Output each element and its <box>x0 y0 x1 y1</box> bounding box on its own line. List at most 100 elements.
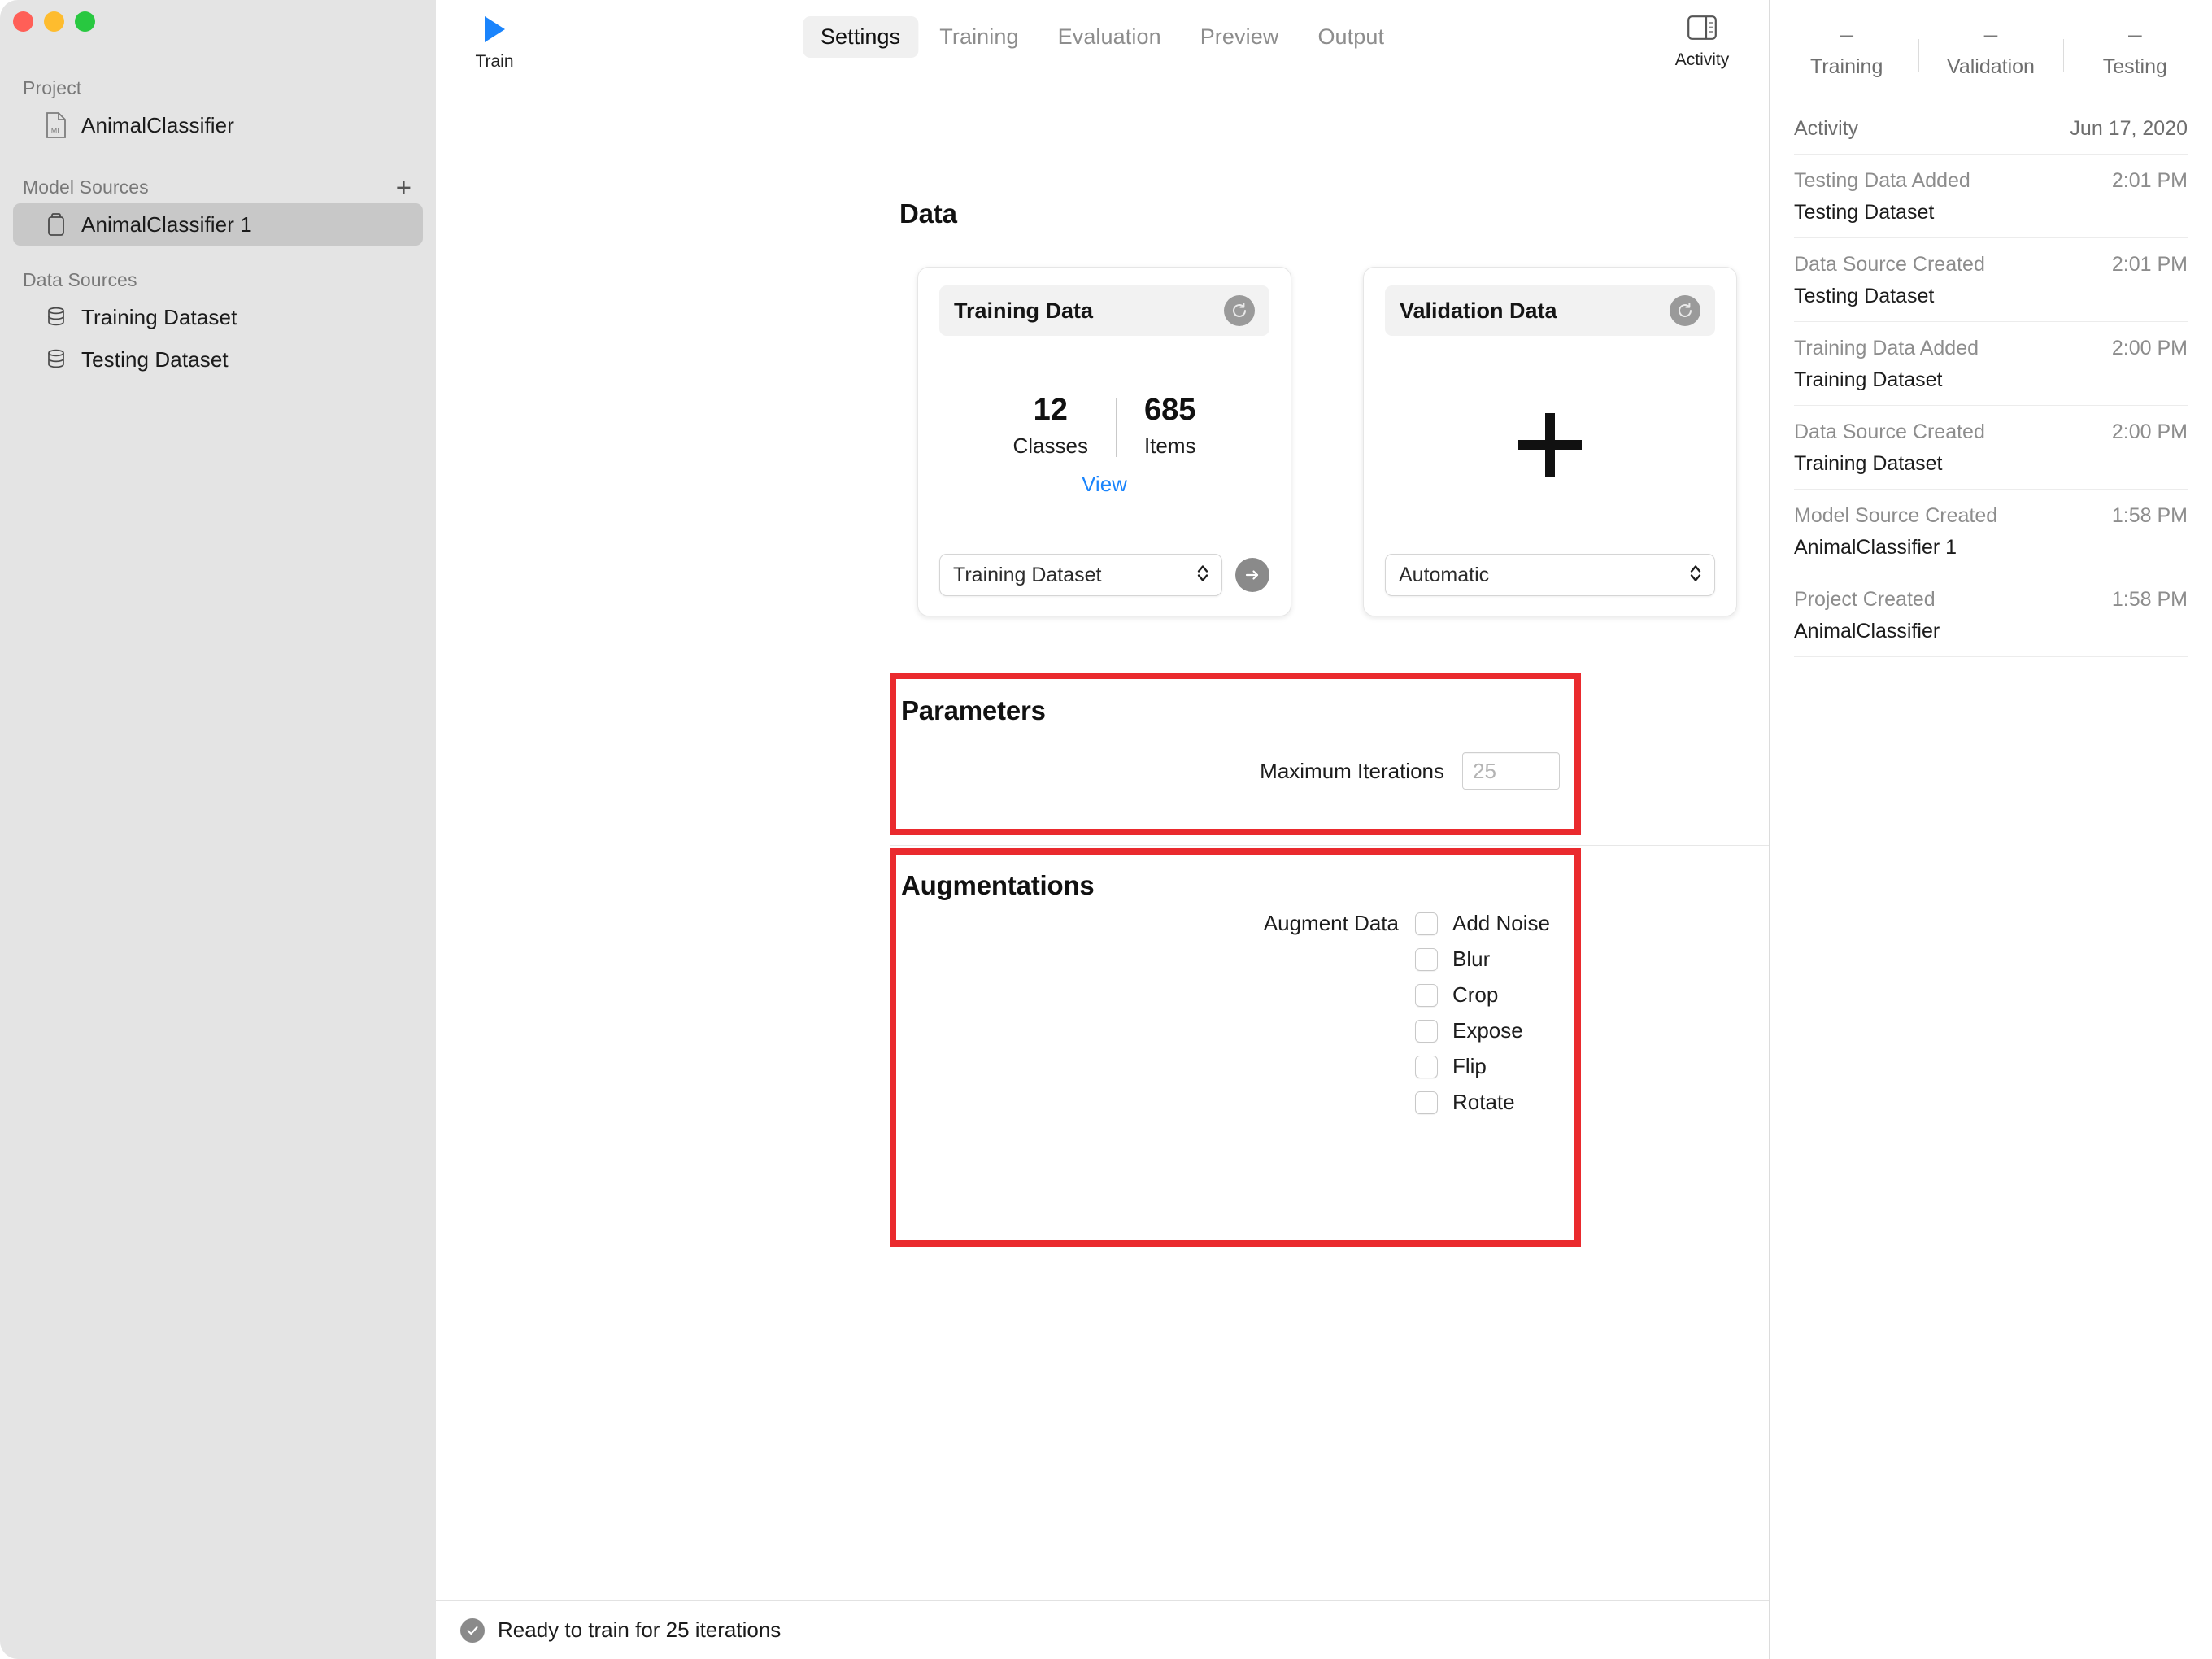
checkbox-rotate[interactable] <box>1415 1091 1438 1114</box>
activity-toggle-button[interactable]: Activity <box>1663 10 1741 70</box>
minimize-button[interactable] <box>44 11 64 32</box>
data-section-heading: Data <box>899 198 957 229</box>
activity-item[interactable]: Project Created 1:58 PM AnimalClassifier <box>1794 573 2188 657</box>
sidebar-item-animalclassifier[interactable]: ML AnimalClassifier <box>13 104 423 146</box>
train-button-label: Train <box>475 52 514 71</box>
validation-data-card-title: Validation Data <box>1400 298 1557 323</box>
training-data-card: Training Data 12 Classes 685 Items View … <box>917 267 1291 616</box>
activity-time: 1:58 PM <box>2111 588 2188 611</box>
augmentation-label-blur: Blur <box>1452 947 1491 971</box>
augmentation-row-crop: Crop <box>1415 982 1560 1008</box>
augmentation-row-add-noise: Augment Data Add Noise <box>1264 911 1560 936</box>
sidebar-right-icon <box>1663 10 1741 46</box>
training-data-source-select[interactable]: Training Dataset <box>939 554 1222 596</box>
refresh-icon[interactable] <box>1670 295 1700 326</box>
checkbox-crop[interactable] <box>1415 983 1438 1007</box>
chevron-updown-icon <box>1195 561 1210 590</box>
train-button[interactable]: Train <box>459 11 530 72</box>
training-classes-label: Classes <box>1012 433 1088 458</box>
sidebar-item-animalclassifier-1[interactable]: AnimalClassifier 1 <box>13 203 423 246</box>
tab-evaluation[interactable]: Evaluation <box>1040 16 1179 58</box>
tab-preview[interactable]: Preview <box>1182 16 1297 58</box>
activity-kind: Data Source Created <box>1794 253 1985 276</box>
training-data-stats: 12 Classes 685 Items <box>985 393 1223 459</box>
metric-testing: – Testing <box>2062 21 2207 79</box>
validation-data-card-footer: Automatic <box>1385 554 1715 596</box>
tab-output[interactable]: Output <box>1300 16 1402 58</box>
sidebar-section-model-sources: Model Sources + AnimalClassifier 1 <box>0 171 436 246</box>
activity-time: 2:01 PM <box>2111 169 2188 192</box>
activity-item[interactable]: Testing Data Added 2:01 PM Testing Datas… <box>1794 154 2188 237</box>
maximum-iterations-placeholder: 25 <box>1473 758 1496 783</box>
refresh-icon[interactable] <box>1224 295 1255 326</box>
activity-item[interactable]: Model Source Created 1:58 PM AnimalClass… <box>1794 489 2188 573</box>
metric-training: – Training <box>1774 23 1918 79</box>
metric-training-label: Training <box>1809 55 1883 78</box>
activity-list: Testing Data Added 2:01 PM Testing Datas… <box>1770 154 2212 657</box>
augment-data-label: Augment Data <box>1263 911 1399 935</box>
main-area: Train Settings Training Evaluation Previ… <box>436 0 1770 1659</box>
validation-data-source-select[interactable]: Automatic <box>1385 554 1715 596</box>
tab-settings[interactable]: Settings <box>802 16 919 58</box>
sidebar: Project ML AnimalClassifier Model Source… <box>0 0 436 1659</box>
zoom-button[interactable] <box>75 11 95 32</box>
chevron-updown-icon <box>1688 561 1703 590</box>
validation-data-card-header: Validation Data <box>1385 285 1715 336</box>
checkbox-blur[interactable] <box>1415 947 1438 971</box>
window-controls <box>13 11 95 32</box>
training-data-card-footer: Training Dataset <box>939 554 1269 596</box>
add-model-source-button[interactable]: + <box>396 174 411 201</box>
activity-subject: AnimalClassifier 1 <box>1794 536 1957 559</box>
activity-toggle-label: Activity <box>1674 50 1730 69</box>
activity-time: 2:00 PM <box>2111 337 2188 359</box>
activity-header-date: Jun 17, 2020 <box>2070 117 2188 140</box>
settings-pane: Data Training Data 12 Classes 685 Items … <box>436 89 1769 1600</box>
sidebar-header-data-sources: Data Sources <box>0 263 436 296</box>
augmentation-label-crop: Crop <box>1452 982 1499 1007</box>
sidebar-item-testing-dataset[interactable]: Testing Dataset <box>13 338 423 381</box>
data-cards: Training Data 12 Classes 685 Items View … <box>917 267 1769 616</box>
checkbox-add-noise[interactable] <box>1415 912 1438 935</box>
training-items-stat: 685 Items <box>1117 393 1224 459</box>
activity-item[interactable]: Data Source Created 2:01 PM Testing Data… <box>1794 237 2188 321</box>
metric-testing-value: – <box>2127 21 2142 48</box>
activity-item[interactable]: Data Source Created 2:00 PM Training Dat… <box>1794 405 2188 489</box>
activity-kind: Data Source Created <box>1794 420 1985 443</box>
activity-subject: Training Dataset <box>1794 368 1943 391</box>
checkbox-expose[interactable] <box>1415 1019 1438 1043</box>
augmentation-row-rotate: Rotate <box>1415 1090 1560 1115</box>
tab-training[interactable]: Training <box>921 16 1036 58</box>
close-button[interactable] <box>13 11 33 32</box>
augmentations-title: Augmentations <box>901 870 1095 900</box>
sidebar-header-model-sources: Model Sources + <box>0 171 436 203</box>
toolbar: Train Settings Training Evaluation Previ… <box>436 0 1769 89</box>
training-classes-value: 12 <box>1033 393 1068 428</box>
activity-subject: Training Dataset <box>1794 452 1943 475</box>
activity-item[interactable]: Training Data Added 2:00 PM Training Dat… <box>1794 321 2188 405</box>
maximum-iterations-input[interactable]: 25 <box>1462 752 1560 790</box>
augmentation-label-add-noise: Add Noise <box>1452 911 1550 935</box>
activity-kind: Training Data Added <box>1794 337 1979 359</box>
metrics-bar: – Training – Validation – Testing <box>1770 0 2212 89</box>
database-icon <box>44 347 68 372</box>
sidebar-item-training-dataset[interactable]: Training Dataset <box>13 296 423 338</box>
sidebar-item-label: Testing Dataset <box>81 346 229 372</box>
sidebar-item-label: Training Dataset <box>81 304 237 329</box>
activity-time: 2:01 PM <box>2111 253 2188 276</box>
training-data-reveal-button[interactable] <box>1235 558 1269 592</box>
augmentations-heading: Augmentations <box>901 870 1095 901</box>
metric-testing-label: Testing <box>2102 55 2167 78</box>
training-view-link[interactable]: View <box>1082 472 1127 497</box>
data-section-title: Data <box>899 198 957 229</box>
checkbox-flip[interactable] <box>1415 1055 1438 1078</box>
augmentation-row-flip: Flip <box>1415 1054 1560 1079</box>
training-data-source-value: Training Dataset <box>953 563 1102 586</box>
sidebar-item-label: AnimalClassifier 1 <box>81 211 252 237</box>
augmentation-label-flip: Flip <box>1452 1054 1487 1078</box>
sidebar-header-model-sources-label: Model Sources <box>23 176 149 198</box>
augmentations-options: Augment Data Add Noise Blur Crop Expose <box>901 911 1560 1115</box>
validation-data-source-value: Automatic <box>1399 563 1490 586</box>
plus-icon[interactable] <box>1518 413 1582 477</box>
activity-subject: Testing Dataset <box>1794 201 1935 224</box>
training-items-value: 685 <box>1144 393 1196 428</box>
